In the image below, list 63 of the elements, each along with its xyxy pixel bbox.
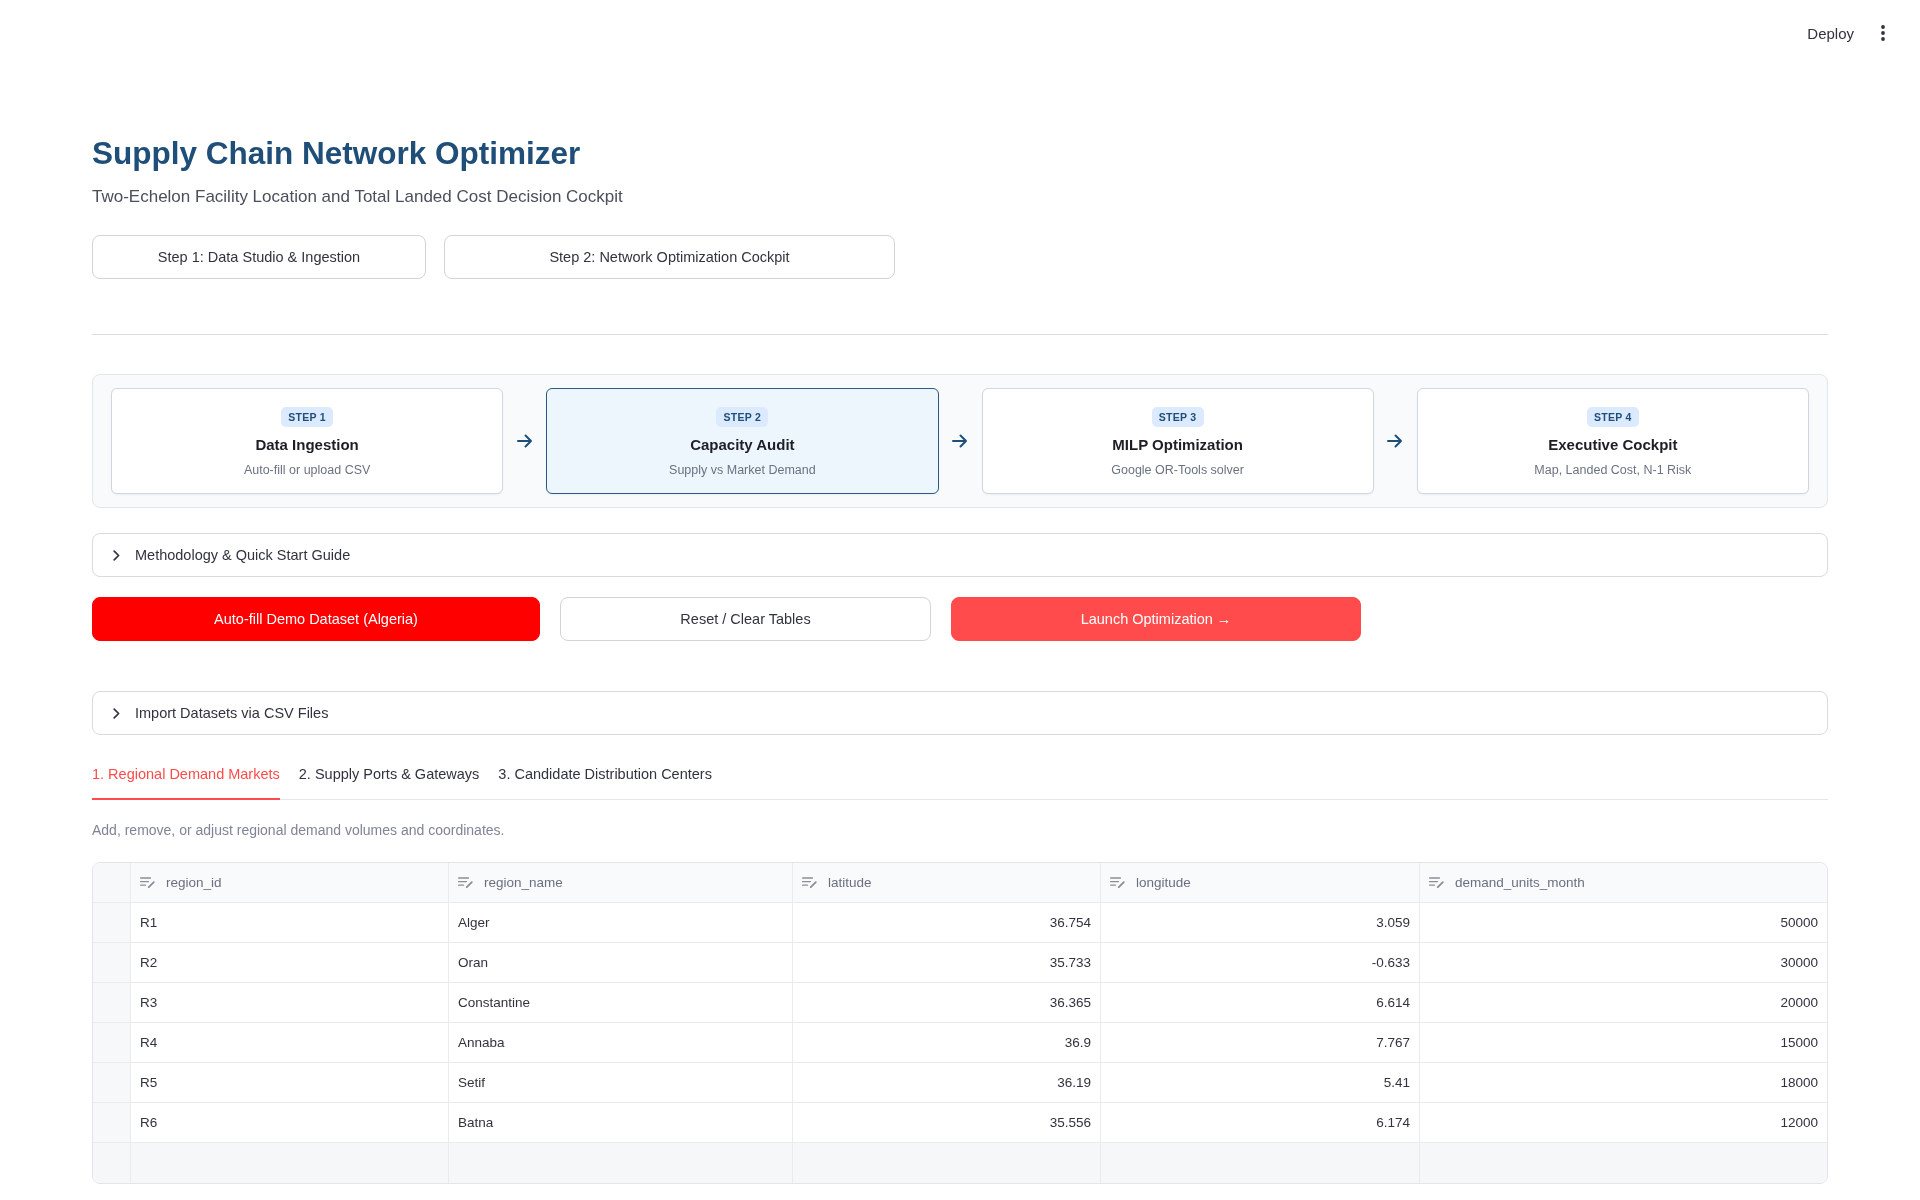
- step-subtitle: Google OR-Tools solver: [1111, 462, 1244, 478]
- lines-pencil-icon: [1110, 877, 1125, 888]
- table-cell: R4: [131, 1023, 449, 1063]
- table-cell: 3.059: [1101, 903, 1420, 943]
- lines-pencil-icon: [802, 877, 817, 888]
- table-cell: 6.614: [1101, 983, 1420, 1023]
- table-cell: 5.41: [1101, 1063, 1420, 1103]
- table-cell: Oran: [449, 943, 793, 983]
- step-badge: STEP 1: [281, 407, 333, 427]
- table-cell: R3: [131, 983, 449, 1023]
- methodology-expander[interactable]: Methodology & Quick Start Guide: [92, 533, 1828, 577]
- step-title: Data Ingestion: [255, 435, 359, 455]
- data-tab[interactable]: 2. Supply Ports & Gateways: [298, 759, 480, 800]
- data-tab[interactable]: 3. Candidate Distribution Centers: [498, 759, 712, 800]
- step-subtitle: Auto-fill or upload CSV: [243, 462, 371, 478]
- import-expander[interactable]: Import Datasets via CSV Files: [92, 691, 1828, 735]
- table-cell: Constantine: [449, 983, 793, 1023]
- table-cell: -0.633: [1101, 943, 1420, 983]
- action-button[interactable]: Auto-fill Demo Dataset (Algeria): [92, 597, 540, 641]
- arrow-right-icon: [1387, 434, 1404, 448]
- deploy-button[interactable]: Deploy: [1799, 18, 1862, 48]
- table-cell: 7.767: [1101, 1023, 1420, 1063]
- step-title: Executive Cockpit: [1548, 435, 1678, 455]
- table-cell: 18000: [1420, 1063, 1827, 1103]
- step-title: Capacity Audit: [690, 434, 795, 455]
- step-title: MILP Optimization: [1112, 435, 1243, 455]
- table-cell: 50000: [1420, 903, 1827, 943]
- step-badge: STEP 3: [1151, 407, 1204, 427]
- page-nav-button[interactable]: Step 2: Network Optimization Cockpit: [444, 235, 895, 279]
- table-cell: 36.754: [793, 903, 1101, 943]
- arrow-right-icon: [516, 434, 533, 448]
- table-cell: 36.9: [793, 1023, 1101, 1063]
- table-cell: Alger: [449, 903, 793, 943]
- page-nav-button[interactable]: Step 1: Data Studio & Ingestion: [92, 235, 426, 279]
- column-header[interactable]: demand_units_month: [1420, 863, 1827, 903]
- table-cell: R1: [131, 903, 449, 943]
- step-badge: STEP 2: [716, 406, 769, 427]
- page-subtitle: Two-Echelon Facility Location and Total Landed Cost Decision Cockpit: [92, 186, 623, 208]
- column-header[interactable]: latitude: [793, 863, 1101, 903]
- step-badge: STEP 4: [1586, 407, 1639, 427]
- table-cell: 36.365: [793, 983, 1101, 1023]
- lines-pencil-icon: [140, 877, 155, 888]
- column-header[interactable]: longitude: [1101, 863, 1420, 903]
- column-header[interactable]: region_id: [131, 863, 449, 903]
- lines-pencil-icon: [1429, 877, 1444, 888]
- action-button[interactable]: Reset / Clear Tables: [560, 597, 931, 641]
- table-cell: Setif: [449, 1063, 793, 1103]
- more-options-icon[interactable]: [1881, 25, 1885, 41]
- table-cell: 15000: [1420, 1023, 1827, 1063]
- table-cell: 36.19: [793, 1063, 1101, 1103]
- lines-pencil-icon: [458, 877, 473, 888]
- table-cell: 20000: [1420, 983, 1827, 1023]
- step-subtitle: Supply vs Market Demand: [669, 461, 816, 478]
- table-cell: Annaba: [449, 1023, 793, 1063]
- step-subtitle: Map, Landed Cost, N-1 Risk: [1534, 462, 1692, 478]
- table-caption: Add, remove, or adjust regional demand volumes and coordinates.: [92, 821, 505, 840]
- table-cell: R5: [131, 1063, 449, 1103]
- arrow-right-icon: [952, 434, 968, 448]
- table-cell: R2: [131, 943, 449, 983]
- page-title: Supply Chain Network Optimizer: [92, 135, 581, 172]
- table-cell: 30000: [1420, 943, 1827, 983]
- column-header[interactable]: region_name: [449, 863, 793, 903]
- table-cell: 35.733: [793, 943, 1101, 983]
